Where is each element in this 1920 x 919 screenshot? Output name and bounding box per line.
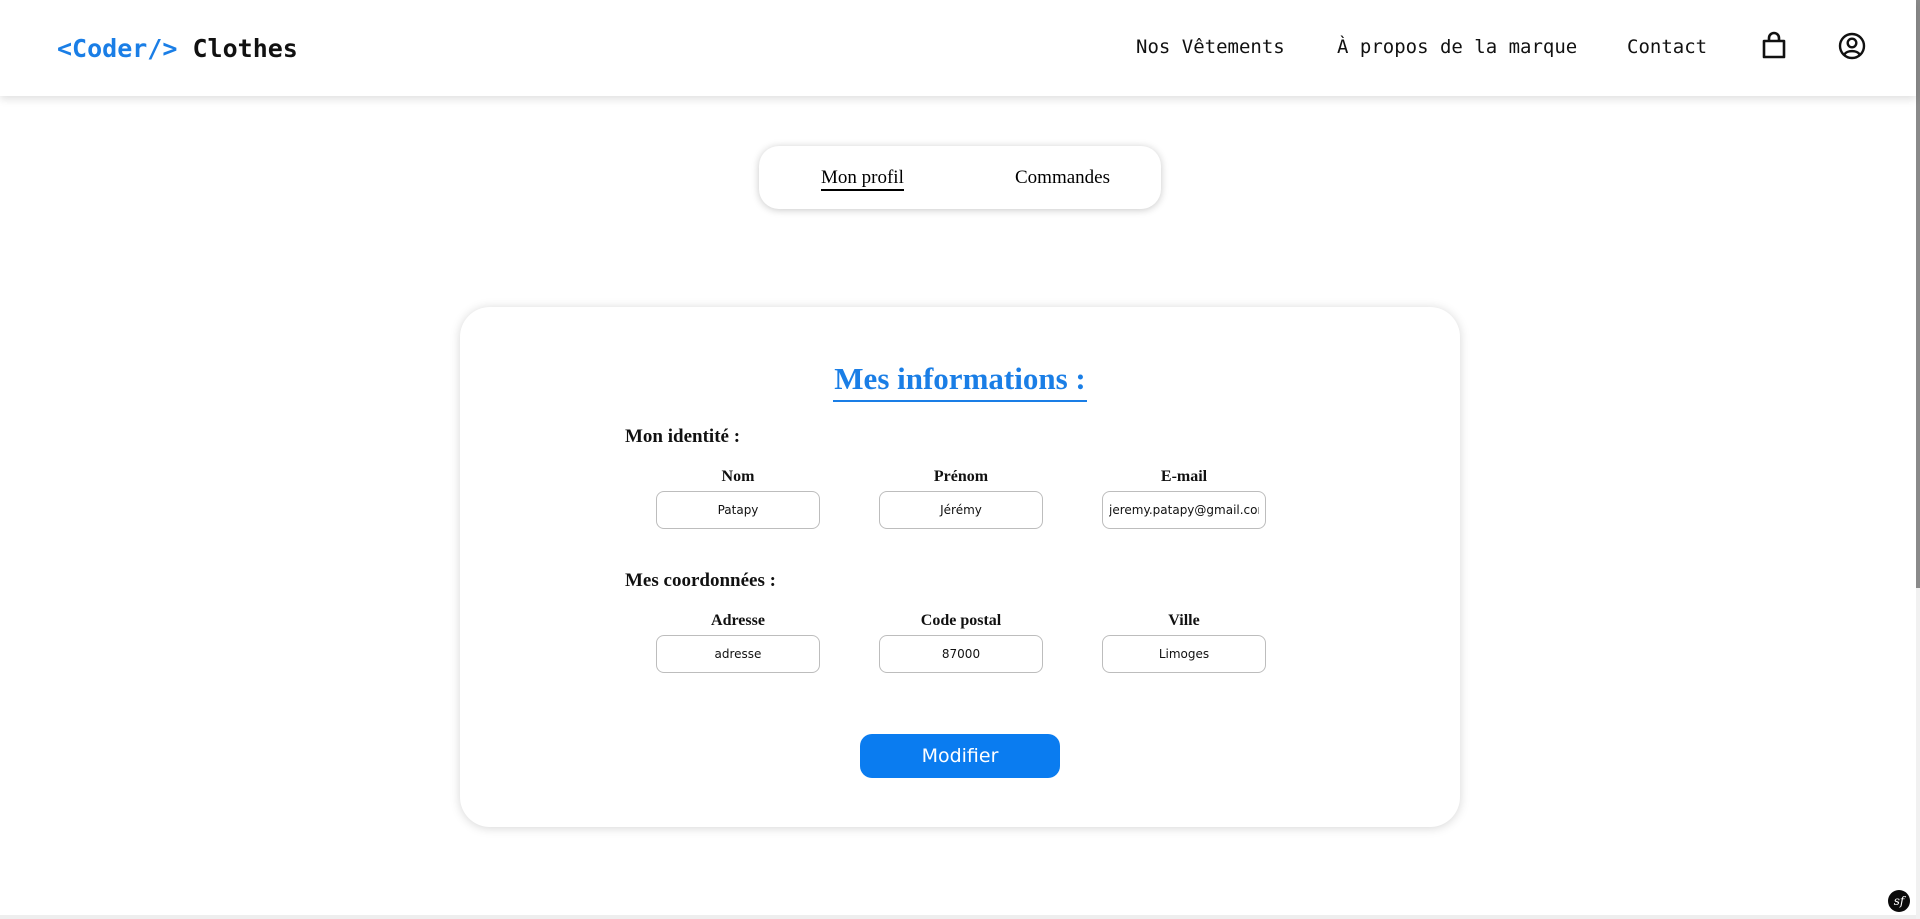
city-label: Ville [1168, 612, 1200, 629]
scrollbar-thumb[interactable] [1916, 0, 1920, 588]
symfony-toolbar-icon[interactable]: sf [1888, 890, 1910, 912]
scrollbar-track[interactable] [1916, 0, 1920, 919]
last-name-label: Nom [721, 468, 755, 485]
user-circle-icon[interactable] [1837, 31, 1867, 61]
identity-section-title: Mon identité : [625, 426, 741, 447]
first-name-label: Prénom [933, 468, 989, 485]
zip-field[interactable] [879, 635, 1043, 673]
nav-link-clothes[interactable]: Nos Vêtements [1136, 35, 1285, 59]
zip-label: Code postal [920, 612, 1002, 629]
profile-card: Mes informations : Mon identité : Nom Pr… [460, 307, 1460, 827]
city-field[interactable] [1102, 635, 1266, 673]
address-field[interactable] [656, 635, 820, 673]
profile-tabs: Mon profil Commandes [759, 146, 1161, 209]
site-logo[interactable]: <Coder/> Clothes [57, 34, 298, 64]
last-name-field[interactable] [656, 491, 820, 529]
tab-profile[interactable]: Mon profil [821, 167, 904, 191]
card-title: Mes informations : [833, 361, 1087, 402]
tab-orders[interactable]: Commandes [1015, 167, 1110, 189]
logo-tag: <Coder/> [57, 34, 178, 63]
email-label: E-mail [1160, 468, 1208, 485]
site-header: <Coder/> Clothes Nos Vêtements À propos … [0, 0, 1916, 96]
logo-brand: Clothes [192, 34, 298, 63]
nav-link-about[interactable]: À propos de la marque [1337, 35, 1577, 59]
modify-button[interactable]: Modifier [860, 734, 1060, 778]
nav-link-contact[interactable]: Contact [1627, 35, 1707, 59]
email-field[interactable] [1102, 491, 1266, 529]
debug-toolbar-strip [0, 915, 1916, 919]
first-name-field[interactable] [879, 491, 1043, 529]
address-label: Adresse [711, 612, 765, 629]
contact-section-title: Mes coordonnées : [625, 570, 776, 591]
shopping-bag-icon[interactable] [1759, 31, 1789, 61]
